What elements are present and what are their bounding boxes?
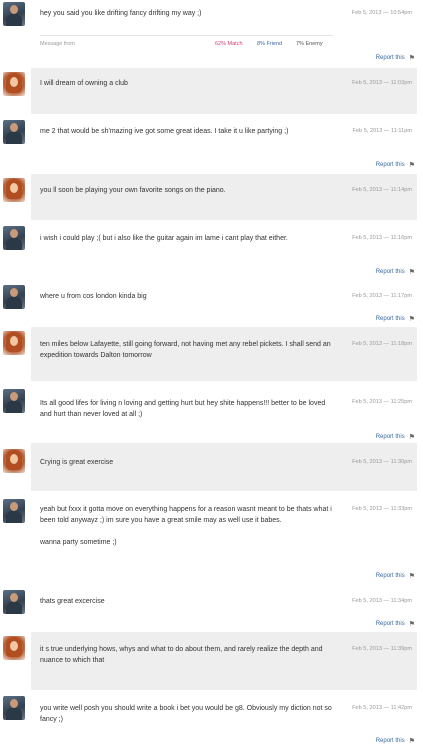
message-item: you ll soon be playing your own favorite… <box>0 174 423 222</box>
message-text: ten miles below Lafayette, still going f… <box>40 341 331 359</box>
flag-icon: ⚑ <box>408 573 415 580</box>
message-text: you write well posh you should write a b… <box>40 705 332 723</box>
sender-avatar[interactable] <box>3 2 25 26</box>
sender-avatar[interactable] <box>3 499 25 523</box>
message-timestamp: Feb 5, 2013 — 10:54pm <box>351 10 412 16</box>
message-from-label: Message from <box>40 41 75 47</box>
message-text: me 2 that would be sh'mazing ive got som… <box>40 128 289 135</box>
match-percent[interactable]: 62% Match <box>215 41 243 47</box>
report-link[interactable]: Report this ⚑ <box>376 315 415 323</box>
report-link[interactable]: Report this ⚑ <box>376 268 415 276</box>
sender-avatar[interactable] <box>3 285 25 309</box>
report-label: Report this <box>375 738 405 744</box>
message-thread: hey you said you like drifting fancy dri… <box>0 0 423 750</box>
message-timestamp: Feb 5, 2013 — 11:33pm <box>352 506 412 512</box>
message-item: it s true underlying hows, whys and what… <box>0 632 423 692</box>
sender-avatar[interactable] <box>3 389 25 413</box>
sender-avatar[interactable] <box>3 226 25 250</box>
sender-avatar[interactable] <box>3 636 25 660</box>
report-label: Report this <box>375 316 405 322</box>
flag-icon: ⚑ <box>408 269 415 276</box>
message-timestamp: Feb 5, 2013 — 11:17pm <box>352 293 412 299</box>
message-item: I will dream of owning a club Feb 5, 201… <box>0 68 423 116</box>
report-link[interactable]: Report this ⚑ <box>376 572 415 580</box>
message-item: i wish i could play ;( but i also like t… <box>0 222 423 280</box>
sender-avatar[interactable] <box>3 331 25 355</box>
message-item: thats great excercise Feb 5, 2013 — 11:3… <box>0 586 423 632</box>
message-item: Its all good lifes for living n loving a… <box>0 383 423 443</box>
report-link[interactable]: Report this ⚑ <box>376 54 415 62</box>
message-item: ten miles below Lafayette, still going f… <box>0 327 423 383</box>
flag-icon: ⚑ <box>408 621 415 628</box>
sender-avatar[interactable] <box>3 696 25 720</box>
report-label: Report this <box>375 434 405 440</box>
message-text: hey you said you like drifting fancy dri… <box>40 10 202 17</box>
flag-icon: ⚑ <box>408 738 415 745</box>
message-item: me 2 that would be sh'mazing ive got som… <box>0 116 423 174</box>
sender-avatar[interactable] <box>3 178 25 202</box>
message-timestamp: Feb 5, 2013 — 11:16pm <box>352 235 412 241</box>
message-text: thats great excercise <box>40 598 105 605</box>
sender-avatar[interactable] <box>3 120 25 144</box>
report-label: Report this <box>375 573 405 579</box>
message-text: it s true underlying hows, whys and what… <box>40 646 323 664</box>
sender-avatar[interactable] <box>3 590 25 614</box>
report-label: Report this <box>375 621 405 627</box>
message-item: you write well posh you should write a b… <box>0 692 423 750</box>
flag-icon: ⚑ <box>408 162 415 169</box>
divider <box>40 35 333 36</box>
report-link[interactable]: Report this ⚑ <box>376 161 415 169</box>
message-text: i wish i could play ;( but i also like t… <box>40 235 288 242</box>
message-timestamp: Feb 5, 2013 — 11:42pm <box>352 705 412 711</box>
message-timestamp: Feb 5, 2013 — 11:14pm <box>352 187 412 193</box>
message-item: Crying is great exercise Feb 5, 2013 — 1… <box>0 443 423 493</box>
message-timestamp: Feb 5, 2013 — 11:11pm <box>352 128 413 134</box>
message-text: yeah but fxxx it gotta move on everythin… <box>40 506 332 546</box>
enemy-percent[interactable]: 7% Enemy <box>296 41 323 47</box>
report-label: Report this <box>375 162 405 168</box>
message-text: Its all good lifes for living n loving a… <box>40 400 326 418</box>
report-link[interactable]: Report this ⚑ <box>376 620 415 628</box>
message-timestamp: Feb 5, 2013 — 11:34pm <box>352 598 412 604</box>
message-text: Crying is great exercise <box>40 459 114 466</box>
report-link[interactable]: Report this ⚑ <box>376 433 415 441</box>
message-timestamp: Feb 5, 2013 — 11:25pm <box>352 399 412 405</box>
message-item: yeah but fxxx it gotta move on everythin… <box>0 493 423 585</box>
message-item: where u from cos london kinda big Feb 5,… <box>0 281 423 327</box>
friend-percent[interactable]: 8% Friend <box>257 41 282 47</box>
flag-icon: ⚑ <box>408 434 415 441</box>
report-label: Report this <box>375 269 405 275</box>
message-timestamp: Feb 5, 2013 — 11:30pm <box>352 459 412 465</box>
message-text: I will dream of owning a club <box>40 80 128 87</box>
message-timestamp: Feb 5, 2013 — 11:39pm <box>352 646 412 652</box>
report-link[interactable]: Report this ⚑ <box>376 737 415 745</box>
message-item: hey you said you like drifting fancy dri… <box>0 0 423 68</box>
message-timestamp: Feb 5, 2013 — 11:03pm <box>352 80 412 86</box>
message-timestamp: Feb 5, 2013 — 11:18pm <box>352 341 412 347</box>
report-label: Report this <box>375 55 405 61</box>
sender-avatar[interactable] <box>3 449 25 473</box>
flag-icon: ⚑ <box>408 316 415 323</box>
sender-avatar[interactable] <box>3 72 25 96</box>
message-text: where u from cos london kinda big <box>40 293 147 300</box>
flag-icon: ⚑ <box>408 55 415 62</box>
message-text: you ll soon be playing your own favorite… <box>40 187 226 194</box>
